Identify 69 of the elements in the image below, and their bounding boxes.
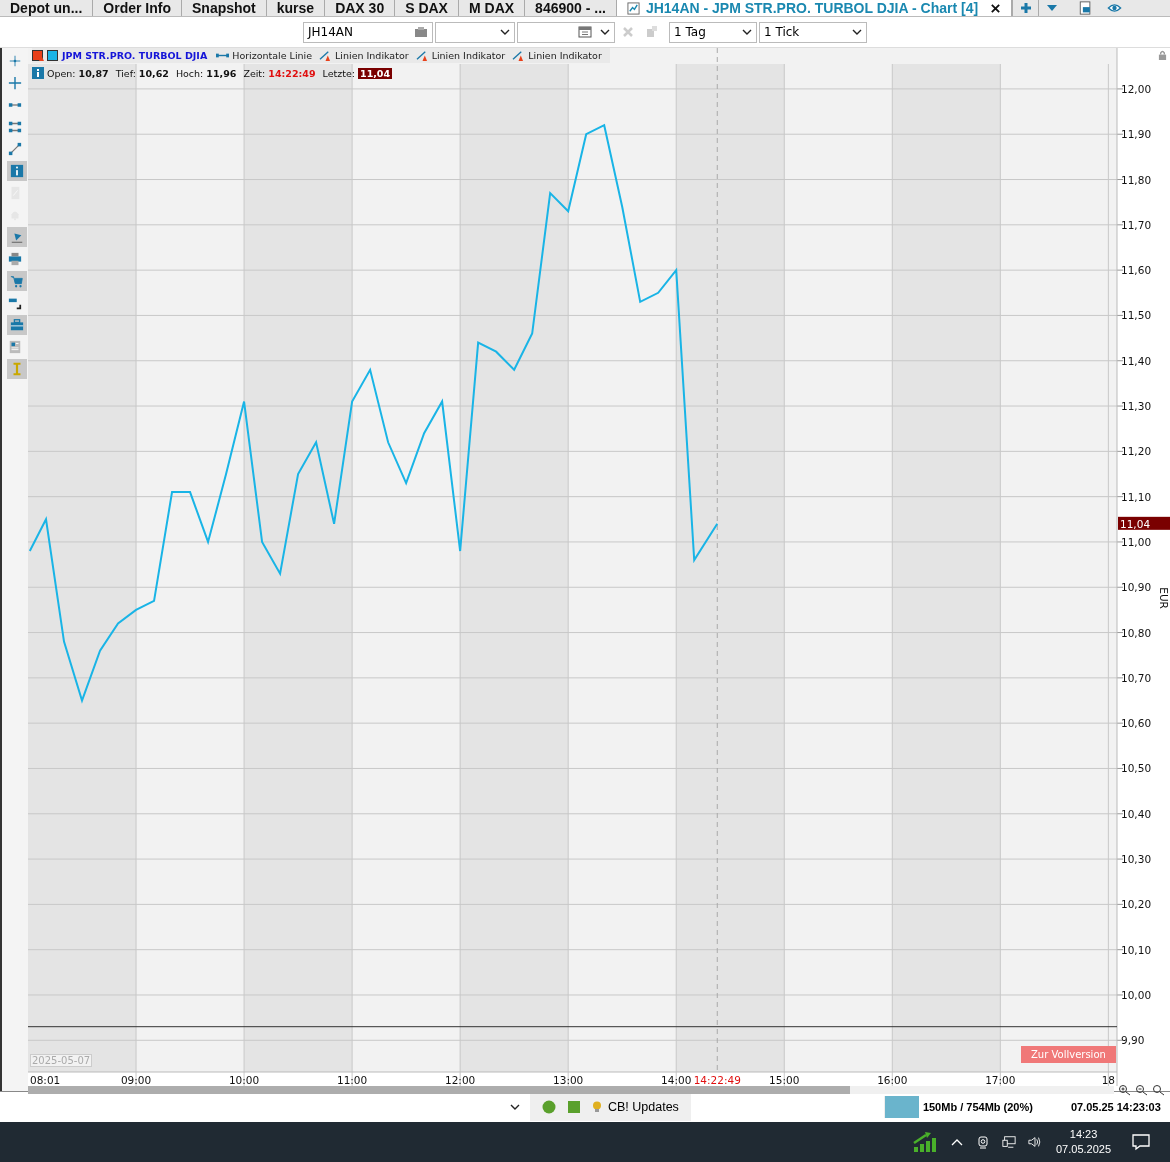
y-axis-label: 10,90 — [1121, 581, 1152, 594]
tab[interactable]: S DAX — [395, 0, 459, 16]
y-axis-label: 10,50 — [1121, 762, 1152, 775]
clock-date: 07.05.2025 — [1056, 1142, 1112, 1157]
y-axis-label: 11,60 — [1121, 264, 1152, 277]
info-label: Open: — [47, 67, 76, 79]
y-axis-label: 11,70 — [1121, 218, 1152, 231]
x-axis-label: 14:00 — [661, 1074, 692, 1086]
y-axis-label: 11,00 — [1121, 535, 1152, 548]
interval-select[interactable]: 1 Tick — [759, 21, 867, 43]
info-label: Zeit: — [243, 67, 266, 79]
last-price-tag: 11,04 — [1118, 516, 1170, 530]
x-axis-label: 17:00 — [985, 1074, 1016, 1086]
tab[interactable]: Depot un... — [0, 0, 94, 16]
x-axis-label: 13:00 — [553, 1074, 584, 1086]
y-axis-label: 11,20 — [1121, 445, 1152, 458]
clock-time: 14:23 — [1069, 1127, 1098, 1142]
y-axis-label: 11,30 — [1121, 400, 1152, 413]
y-axis-label: 10,80 — [1121, 626, 1152, 639]
info-label: Tief: — [115, 67, 136, 79]
info-value: 10,62 — [138, 67, 169, 79]
indicator-label[interactable]: Linien Indikator — [528, 50, 602, 61]
date-label: 2025-05-07 — [30, 1054, 93, 1067]
info-value: 10,87 — [78, 67, 109, 79]
indicator-label[interactable]: Horizontale Linie — [232, 50, 313, 61]
tab[interactable]: JH14AN - JPM STR.PRO. TURBOL DJIA - Chart [4] — [616, 0, 1013, 16]
info-label: Letzte: — [322, 67, 355, 79]
currency-label: EUR — [1158, 587, 1170, 609]
info-label: Hoch: — [175, 67, 204, 79]
y-axis-label: 11,40 — [1121, 354, 1152, 367]
info-value: 11,04 — [358, 67, 393, 79]
y-axis-label: 11,80 — [1121, 173, 1152, 186]
tab[interactable]: DAX 30 — [325, 0, 396, 16]
tab[interactable]: kurse — [266, 0, 326, 16]
tab[interactable]: Snapshot — [182, 0, 267, 16]
y-axis-label: 11,10 — [1121, 490, 1152, 503]
status-datetime: 07.05.25 14:23:03 — [1070, 1101, 1161, 1113]
tab[interactable]: 846900 - ... — [525, 0, 617, 16]
y-axis-label: 10,20 — [1121, 898, 1152, 911]
info-value: 11,96 — [206, 67, 237, 79]
current-time-label: 14:22:49 — [693, 1074, 741, 1086]
y-axis-label: 10,40 — [1121, 807, 1152, 820]
memory-usage: 150Mb / 754Mb (20%) — [922, 1101, 1033, 1113]
indicator-label[interactable]: Linien Indikator — [431, 50, 506, 61]
y-axis-label: 10,30 — [1121, 853, 1152, 866]
clock[interactable]: 14:23 07.05.2025 — [1056, 1127, 1112, 1157]
y-axis-label: 10,70 — [1121, 671, 1152, 684]
info-value: 14:22:49 — [268, 67, 316, 79]
start-time-label: 08:01 — [30, 1074, 61, 1086]
x-axis-label: 15:00 — [769, 1074, 800, 1086]
instrument-name[interactable]: JPM STR.PRO. TURBOL DJIA — [62, 50, 208, 61]
y-axis-label: 10,10 — [1121, 943, 1152, 956]
x-axis-label: 18 — [1101, 1074, 1116, 1086]
symbol-field[interactable]: JH14AN — [303, 21, 433, 43]
y-axis-label: 10,00 — [1121, 989, 1152, 1001]
period-select[interactable]: 1 Tag — [669, 21, 757, 43]
indicator-label[interactable]: Linien Indikator — [335, 50, 409, 61]
x-axis-label: 16:00 — [877, 1074, 908, 1086]
y-axis-label: 10,60 — [1121, 717, 1152, 730]
x-axis-label: 11:00 — [336, 1074, 368, 1086]
tab[interactable]: Order Info — [93, 0, 182, 16]
tab[interactable]: M DAX — [458, 0, 526, 16]
x-axis-label: 10:00 — [228, 1074, 260, 1086]
x-axis-label: 09:00 — [120, 1074, 152, 1086]
x-axis-label: 12:00 — [445, 1074, 476, 1086]
y-axis-label: 11,50 — [1121, 309, 1152, 322]
y-axis-label: 11,90 — [1121, 128, 1152, 141]
y-axis-label: 9,90 — [1121, 1034, 1145, 1047]
y-axis-label: 12,00 — [1121, 82, 1152, 95]
